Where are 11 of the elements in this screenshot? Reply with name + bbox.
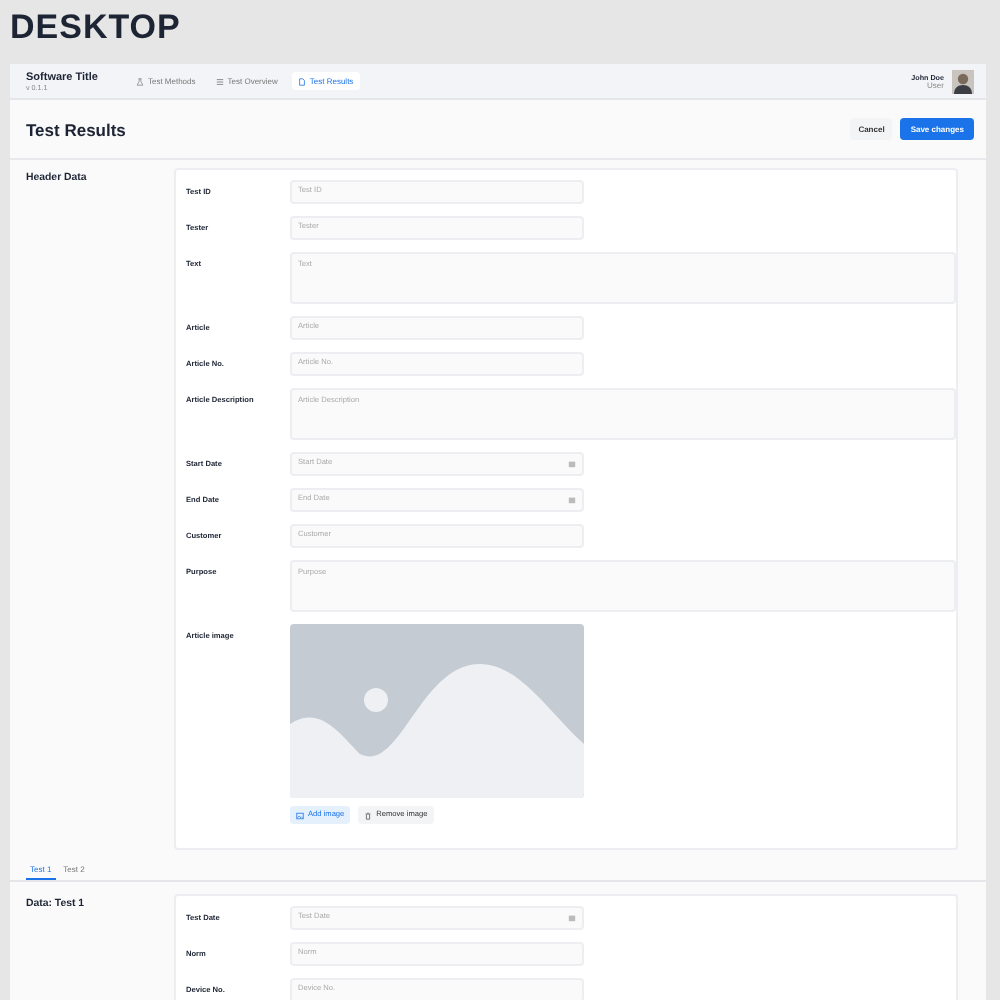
flask-icon xyxy=(135,77,144,85)
trash-icon xyxy=(364,811,373,819)
image-icon xyxy=(296,811,304,819)
avatar[interactable] xyxy=(952,69,974,93)
calendar-icon xyxy=(568,460,576,468)
list-icon xyxy=(215,77,224,85)
page-heading: DESKTOP xyxy=(8,6,183,50)
document-icon xyxy=(297,77,306,85)
calendar-icon xyxy=(568,914,576,922)
page-title: Test Results xyxy=(26,119,126,139)
calendar-icon xyxy=(568,496,576,504)
